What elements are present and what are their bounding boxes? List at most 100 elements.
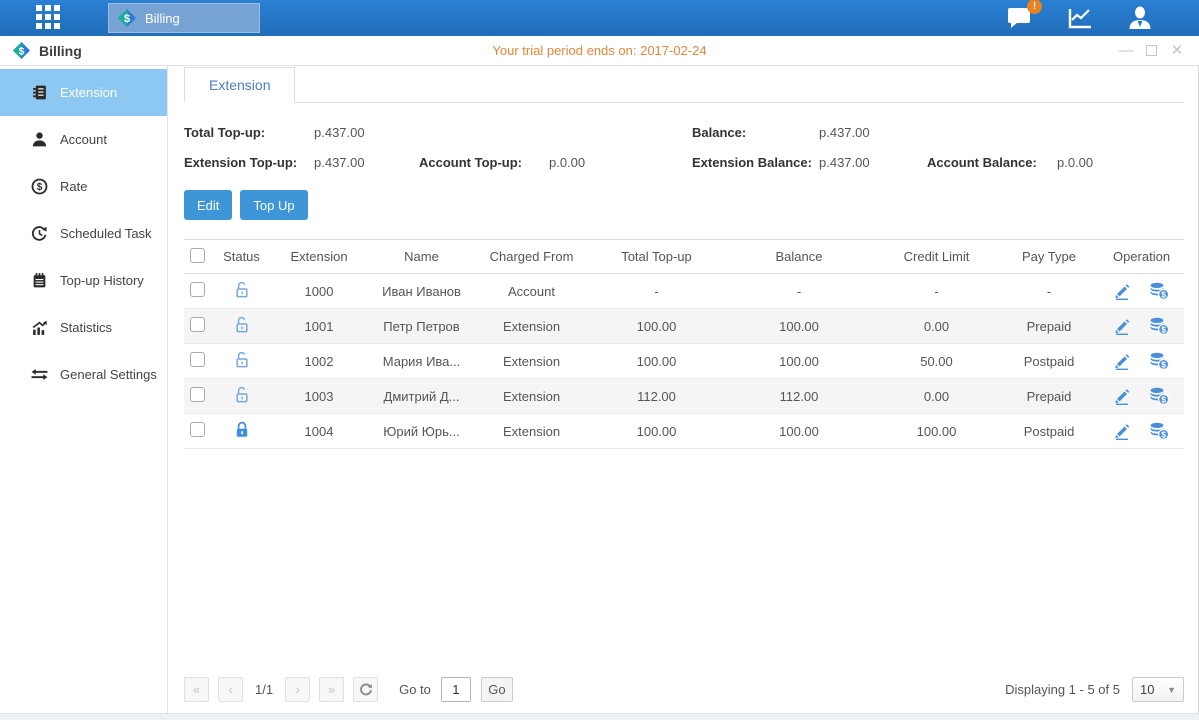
messages-icon[interactable]: !: [1007, 6, 1033, 30]
trial-period-notice: Your trial period ends on: 2017-02-24: [492, 43, 706, 58]
charged-from: Extension: [474, 424, 589, 439]
dollar-circle-icon: $: [30, 178, 48, 196]
sidebar-item-label: Statistics: [60, 320, 112, 335]
sidebar-item-statistics[interactable]: Statistics: [0, 304, 167, 351]
balance: 100.00: [724, 354, 874, 369]
edit-pencil-icon[interactable]: [1113, 423, 1131, 440]
column-header-name: Name: [369, 249, 474, 264]
sidebar-item-label: Scheduled Task: [60, 226, 152, 241]
top-bar: $ Billing !: [0, 0, 1199, 36]
column-header-operation: Operation: [1099, 249, 1184, 264]
displaying-count: Displaying 1 - 5 of 5: [1005, 682, 1120, 697]
goto-label: Go to: [399, 682, 431, 697]
status-unlocked-icon: [214, 386, 269, 407]
ledger-icon: [30, 84, 48, 102]
balance: 100.00: [724, 424, 874, 439]
edit-button[interactable]: Edit: [184, 190, 232, 220]
top-up-coins-icon[interactable]: $: [1149, 317, 1170, 335]
operation-cell: $: [1099, 352, 1184, 370]
select-all-checkbox[interactable]: [190, 248, 205, 263]
account-balance-label: Account Balance:: [927, 155, 1057, 170]
extension-name: Мария Ива...: [369, 354, 474, 369]
table-header-row: StatusExtensionNameCharged FromTotal Top…: [184, 239, 1184, 274]
operation-cell: $: [1099, 317, 1184, 335]
column-header-credit-limit: Credit Limit: [874, 249, 999, 264]
row-checkbox[interactable]: [190, 387, 205, 402]
table-row-extension-1002: 1002Мария Ива...Extension100.00100.0050.…: [184, 344, 1184, 379]
extension-name: Иван Иванов: [369, 284, 474, 299]
pay-type: -: [999, 284, 1099, 299]
row-checkbox-cell: [184, 317, 214, 335]
top-up-button[interactable]: Top Up: [240, 190, 307, 220]
sidebar-item-label: Extension: [60, 85, 117, 100]
top-up-coins-icon[interactable]: $: [1149, 282, 1170, 300]
edit-pencil-icon[interactable]: [1113, 318, 1131, 335]
svg-text:$: $: [1161, 325, 1166, 335]
prev-page-button[interactable]: ‹: [218, 677, 243, 702]
window-title-bar: $ Billing Your trial period ends on: 201…: [0, 36, 1199, 66]
top-up-coins-icon[interactable]: $: [1149, 422, 1170, 440]
row-checkbox[interactable]: [190, 422, 205, 437]
last-page-button[interactable]: »: [319, 677, 344, 702]
page-size-select[interactable]: 10 ▼: [1132, 677, 1184, 702]
user-account-icon[interactable]: [1127, 5, 1153, 31]
row-checkbox[interactable]: [190, 282, 205, 297]
total-topup: 100.00: [589, 319, 724, 334]
extension-name: Дмитрий Д...: [369, 389, 474, 404]
row-checkbox[interactable]: [190, 352, 205, 367]
sidebar-item-rate[interactable]: $ Rate: [0, 163, 167, 210]
credit-limit: 50.00: [874, 354, 999, 369]
edit-pencil-icon[interactable]: [1113, 388, 1131, 405]
table-row-extension-1003: 1003Дмитрий Д...Extension112.00112.000.0…: [184, 379, 1184, 414]
balance: -: [724, 284, 874, 299]
row-checkbox-cell: [184, 352, 214, 370]
notepad-icon: [30, 272, 48, 290]
edit-pencil-icon[interactable]: [1113, 353, 1131, 370]
sidebar-item-scheduled-task[interactable]: Scheduled Task: [0, 210, 167, 257]
sidebar-item-label: Rate: [60, 179, 87, 194]
credit-limit: -: [874, 284, 999, 299]
table-row-extension-1004: 1004Юрий Юрь...Extension100.00100.00100.…: [184, 414, 1184, 449]
go-button[interactable]: Go: [481, 677, 513, 702]
status-unlocked-icon: [214, 281, 269, 302]
taskbar-tab-label: Billing: [145, 11, 180, 26]
minimize-icon[interactable]: —: [1118, 43, 1134, 58]
account-topup-label: Account Top-up:: [419, 155, 549, 170]
credit-limit: 0.00: [874, 389, 999, 404]
sliders-icon: [30, 366, 48, 384]
maximize-icon[interactable]: [1146, 45, 1157, 56]
svg-text:$: $: [1161, 430, 1166, 440]
tab-extension[interactable]: Extension: [184, 67, 295, 103]
app-launcher-icon[interactable]: [36, 5, 66, 31]
reports-chart-icon[interactable]: [1067, 6, 1093, 30]
balance: 100.00: [724, 319, 874, 334]
total-topup: -: [589, 284, 724, 299]
first-page-button[interactable]: «: [184, 677, 209, 702]
sidebar-item-account[interactable]: Account: [0, 116, 167, 163]
sidebar-item-extension[interactable]: Extension: [0, 69, 167, 116]
edit-pencil-icon[interactable]: [1113, 283, 1131, 300]
refresh-icon[interactable]: [353, 677, 378, 702]
svg-text:$: $: [36, 182, 42, 193]
stats-chart-icon: [30, 319, 48, 337]
top-up-coins-icon[interactable]: $: [1149, 387, 1170, 405]
charged-from: Extension: [474, 354, 589, 369]
goto-page-input[interactable]: [441, 677, 471, 702]
taskbar-tab-billing[interactable]: $ Billing: [108, 3, 260, 33]
extension-name: Юрий Юрь...: [369, 424, 474, 439]
close-icon[interactable]: ✕: [1169, 43, 1185, 58]
sidebar-item-top-up-history[interactable]: Top-up History: [0, 257, 167, 304]
status-unlocked-icon: [214, 351, 269, 372]
sidebar-item-general-settings[interactable]: General Settings: [0, 351, 167, 398]
top-up-coins-icon[interactable]: $: [1149, 352, 1170, 370]
pay-type: Postpaid: [999, 424, 1099, 439]
column-header-pay-type: Pay Type: [999, 249, 1099, 264]
next-page-button[interactable]: ›: [285, 677, 310, 702]
account-topup-value: p.0.00: [549, 155, 692, 170]
extension-topup-value: p.437.00: [314, 155, 419, 170]
total-topup-value: p.437.00: [314, 125, 419, 140]
extension-number: 1004: [269, 424, 369, 439]
total-topup: 100.00: [589, 354, 724, 369]
balance-summary: Total Top-up: p.437.00 Extension Top-up:…: [184, 125, 1184, 170]
row-checkbox[interactable]: [190, 317, 205, 332]
